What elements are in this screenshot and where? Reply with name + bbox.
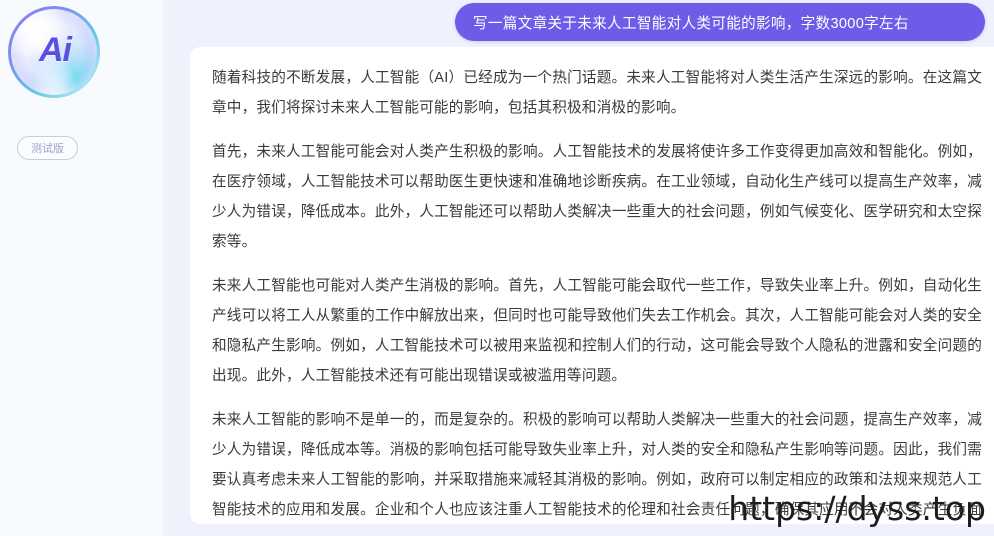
- assistant-paragraph: 首先，未来人工智能可能会对人类产生积极的影响。人工智能技术的发展将使许多工作变得…: [212, 144, 982, 250]
- logo-label: Ai: [39, 30, 72, 69]
- user-message-bubble: 写一篇文章关于未来人工智能对人类可能的影响，字数3000字左右: [455, 3, 985, 41]
- sidebar: Ai 测试版: [0, 0, 163, 536]
- app-root: Ai 测试版 写一篇文章关于未来人工智能对人类可能的影响，字数3000字左右 随…: [0, 0, 994, 536]
- chat-body: 随着科技的不断发展，人工智能（AI）已经成为一个热门话题。未来人工智能将对人类生…: [190, 47, 994, 524]
- app-logo[interactable]: Ai: [8, 6, 100, 98]
- sidebar-gap-strip: [163, 0, 190, 536]
- assistant-paragraph: 随着科技的不断发展，人工智能（AI）已经成为一个热门话题。未来人工智能将对人类生…: [212, 70, 982, 116]
- main-area: 写一篇文章关于未来人工智能对人类可能的影响，字数3000字左右 随着科技的不断发…: [190, 0, 994, 536]
- ai-sphere-icon: Ai: [8, 6, 100, 98]
- assistant-paragraph: 未来人工智能也可能对人类产生消极的影响。首先，人工智能可能会取代一些工作，导致失…: [212, 278, 982, 384]
- chat-panel[interactable]: 随着科技的不断发展，人工智能（AI）已经成为一个热门话题。未来人工智能将对人类生…: [190, 47, 994, 524]
- user-message-text: 写一篇文章关于未来人工智能对人类可能的影响，字数3000字左右: [473, 15, 909, 32]
- assistant-paragraph: 未来人工智能的影响不是单一的，而是复杂的。积极的影响可以帮助人类解决一些重大的社…: [212, 412, 982, 518]
- beta-badge[interactable]: 测试版: [17, 136, 78, 160]
- assistant-message: 随着科技的不断发展，人工智能（AI）已经成为一个热门话题。未来人工智能将对人类生…: [212, 63, 982, 524]
